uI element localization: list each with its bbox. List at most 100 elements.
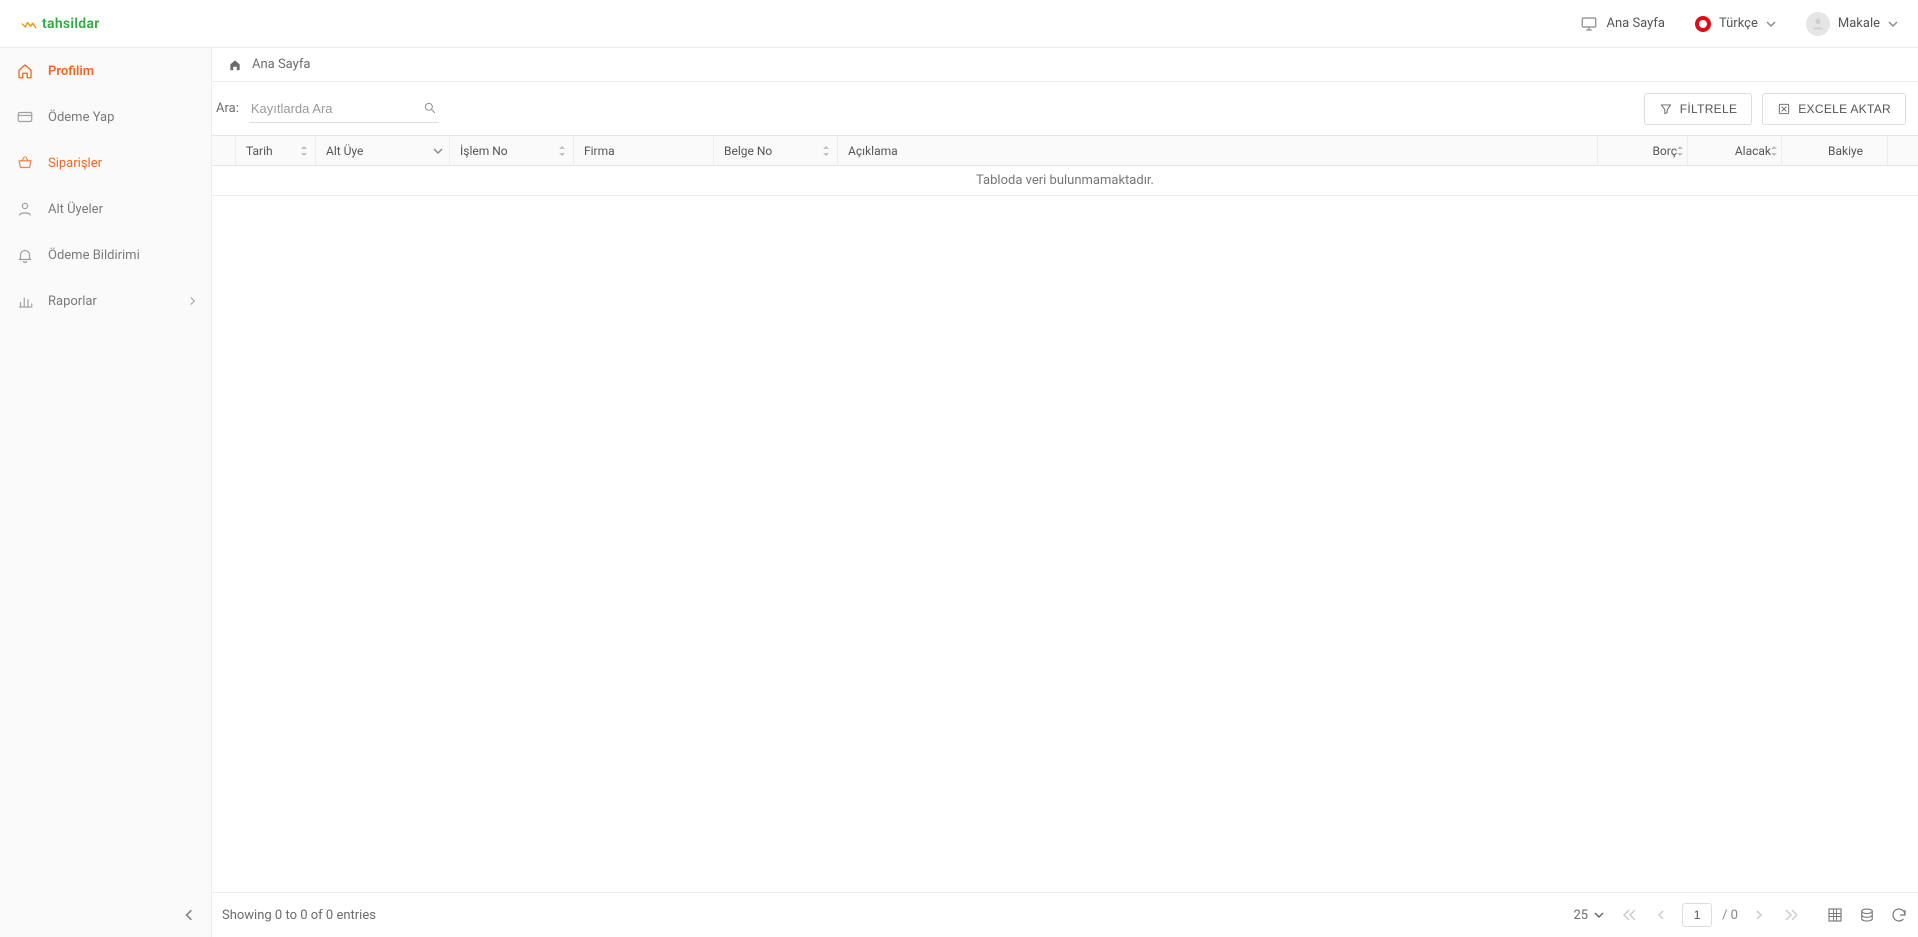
filter-icon [1659, 102, 1673, 116]
user-menu[interactable]: Makale [1806, 12, 1898, 36]
sidebar-item-label: Ödeme Yap [48, 110, 114, 125]
column-aciklama[interactable]: Açıklama [838, 136, 1598, 165]
pager: 25 / 0 [1569, 903, 1908, 927]
column-alacak[interactable]: Alacak [1688, 136, 1782, 165]
column-label: Bakiye [1828, 144, 1863, 158]
search-wrap: Ara: [216, 95, 439, 123]
empty-space [212, 196, 1918, 892]
home-link-label: Ana Sayfa [1606, 16, 1664, 31]
sort-icon [299, 145, 309, 157]
sidebar-item-siparisler[interactable]: Siparişler [0, 140, 211, 186]
column-islem[interactable]: İşlem No [450, 136, 574, 165]
toolbar-buttons: FİLTRELE EXCELE AKTAR [1644, 93, 1914, 125]
sidebar-item-label: Raporlar [48, 294, 97, 309]
card-icon [16, 108, 34, 126]
logo-text: tahsildar [42, 16, 100, 32]
column-tarih[interactable]: Tarih [236, 136, 316, 165]
avatar [1806, 12, 1830, 36]
filter-button-label: FİLTRELE [1680, 102, 1738, 116]
chevron-right-icon [188, 297, 197, 306]
chevron-down-icon [1888, 19, 1898, 29]
page-prev-button[interactable] [1650, 904, 1672, 926]
breadcrumb: Ana Sayfa [212, 48, 1918, 82]
user-icon [16, 200, 34, 218]
toolbar: Ara: FİLTRELE [212, 82, 1918, 135]
page-next-button[interactable] [1748, 904, 1770, 926]
table-no-data: Tabloda veri bulunmamaktadır. [212, 166, 1918, 196]
refresh-icon[interactable] [1890, 906, 1908, 924]
column-label: Alt Üye [326, 144, 363, 158]
showing-label: Showing 0 to 0 of 0 entries [222, 908, 376, 923]
excel-icon [1777, 102, 1791, 116]
column-altuye[interactable]: Alt Üye [316, 136, 450, 165]
main: Ana Sayfa Ara: FİLTRELE [212, 48, 1918, 937]
logo[interactable]: tahsildar [20, 15, 100, 33]
export-button-label: EXCELE AKTAR [1798, 102, 1891, 116]
search-input[interactable] [249, 95, 439, 122]
bell-icon [16, 246, 34, 264]
table: Tarih Alt Üye İşlem No [212, 135, 1918, 196]
page-last-button[interactable] [1780, 904, 1802, 926]
grid-view-icon[interactable] [1826, 906, 1844, 924]
page-total-label: / 0 [1722, 908, 1738, 923]
column-label: Belge No [724, 144, 772, 158]
language-label: Türkçe [1719, 16, 1758, 31]
sidebar-item-profilim[interactable]: Profilim [0, 48, 211, 94]
user-label: Makale [1838, 16, 1880, 31]
table-header-row: Tarih Alt Üye İşlem No [212, 136, 1918, 166]
column-firma[interactable]: Firma [574, 136, 714, 165]
column-label: İşlem No [460, 144, 508, 158]
monitor-icon [1580, 15, 1598, 33]
breadcrumb-title: Ana Sayfa [252, 57, 310, 72]
column-label: Firma [584, 144, 615, 158]
sidebar-item-label: Profilim [48, 64, 94, 79]
topbar: tahsildar Ana Sayfa Türkçe Makale [0, 0, 1918, 48]
sidebar-item-label: Ödeme Bildirimi [48, 248, 140, 263]
home-link[interactable]: Ana Sayfa [1580, 15, 1664, 33]
page-size-select[interactable]: 25 [1569, 906, 1608, 925]
column-label: Açıklama [848, 144, 898, 158]
sidebar-item-odeme-bildirimi[interactable]: Ödeme Bildirimi [0, 232, 211, 278]
filter-button[interactable]: FİLTRELE [1644, 93, 1753, 125]
topbar-right: Ana Sayfa Türkçe Makale [1580, 12, 1898, 36]
sidebar-item-label: Siparişler [48, 156, 102, 171]
home-outline-icon [16, 62, 34, 80]
sidebar-collapse-button[interactable] [177, 903, 201, 927]
sidebar-item-raporlar[interactable]: Raporlar [0, 278, 211, 324]
page-current-input[interactable] [1682, 903, 1712, 927]
column-label: Borç [1652, 144, 1677, 158]
table-footer: Showing 0 to 0 of 0 entries 25 / 0 [212, 892, 1918, 937]
sidebar-item-alt-uyeler[interactable]: Alt Üyeler [0, 186, 211, 232]
export-excel-button[interactable]: EXCELE AKTAR [1762, 93, 1906, 125]
chevron-down-icon [1594, 910, 1604, 920]
column-borc[interactable]: Borç [1598, 136, 1688, 165]
column-label: Tarih [246, 144, 273, 158]
sidebar-item-odeme-yap[interactable]: Ödeme Yap [0, 94, 211, 140]
sort-icon [557, 145, 567, 157]
sort-icon [1769, 145, 1779, 157]
language-select[interactable]: Türkçe [1695, 16, 1776, 32]
sidebar: Profilim Ödeme Yap Siparişler Alt Üyeler… [0, 48, 212, 937]
column-gutter [1888, 136, 1918, 165]
search-label: Ara: [216, 101, 239, 116]
sort-icon [821, 145, 831, 157]
logo-icon [20, 15, 38, 33]
search-field [249, 95, 439, 123]
column-belge[interactable]: Belge No [714, 136, 838, 165]
column-bakiye[interactable]: Bakiye [1782, 136, 1888, 165]
layers-icon[interactable] [1858, 906, 1876, 924]
flag-tr-icon [1695, 16, 1711, 32]
basket-icon [16, 154, 34, 172]
column-label: Alacak [1735, 144, 1771, 158]
home-icon[interactable] [228, 58, 242, 72]
search-icon[interactable] [423, 101, 437, 115]
chevron-down-icon [1766, 19, 1776, 29]
page-first-button[interactable] [1618, 904, 1640, 926]
chevron-down-icon [433, 146, 443, 156]
page-size-value: 25 [1573, 908, 1588, 923]
chart-icon [16, 292, 34, 310]
sidebar-item-label: Alt Üyeler [48, 202, 103, 217]
table-select-all[interactable] [212, 136, 236, 165]
sort-icon [1675, 145, 1685, 157]
footer-tools [1826, 906, 1908, 924]
